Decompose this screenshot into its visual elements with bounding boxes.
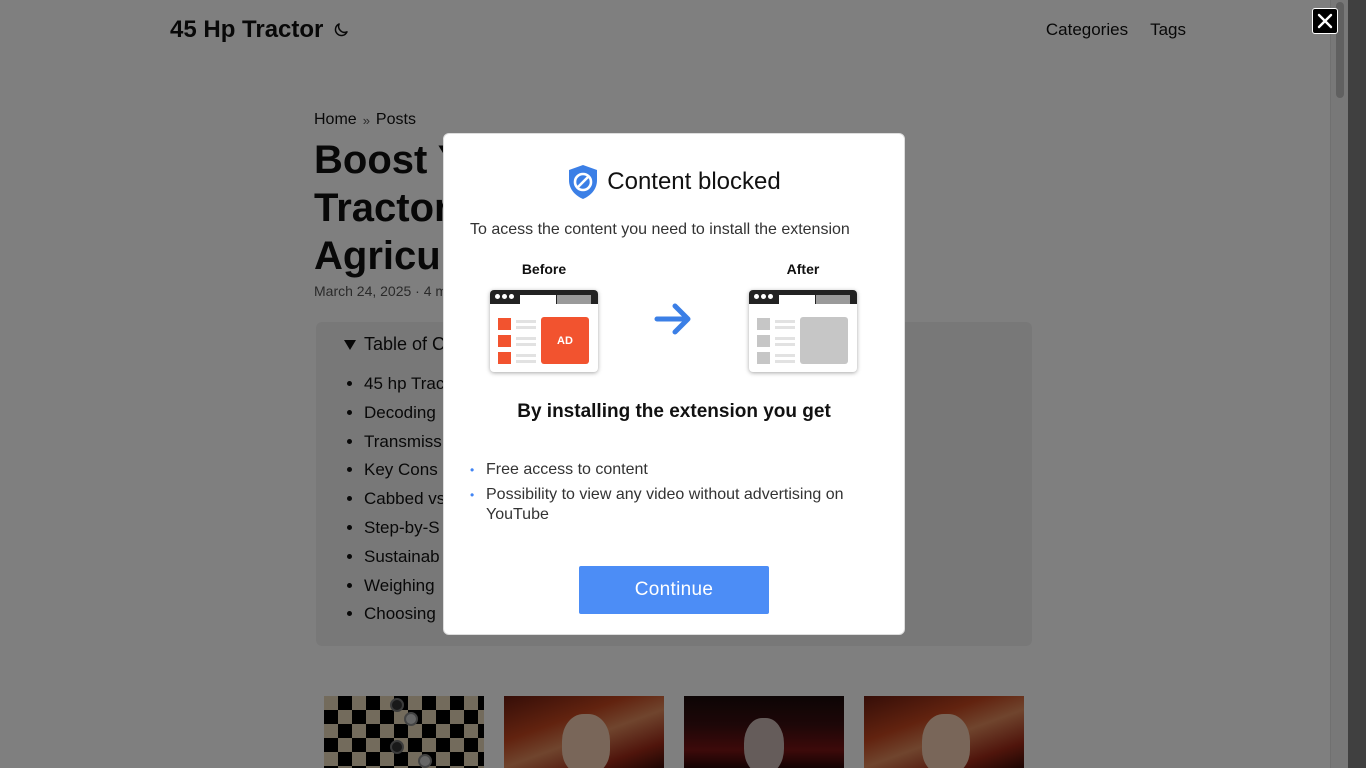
after-browser-illustration — [749, 290, 857, 372]
text-line — [775, 320, 795, 323]
text-line — [516, 343, 536, 346]
ad-block-rect — [498, 352, 511, 364]
benefits-title: By installing the extension you get — [517, 401, 831, 422]
text-line — [775, 337, 795, 340]
placeholder-rect — [757, 318, 770, 330]
browser-dot — [495, 294, 500, 299]
browser-tab — [520, 295, 556, 304]
text-line — [775, 326, 795, 329]
after-label: After — [786, 261, 820, 277]
browser-dot — [761, 294, 766, 299]
browser-tab — [557, 295, 591, 304]
benefit-text: Free access to content — [486, 461, 648, 478]
text-line — [516, 326, 536, 329]
bullet: • — [470, 463, 475, 477]
before-label: Before — [521, 261, 567, 277]
ad-block-rect — [498, 318, 511, 330]
modal-title: Content blocked — [607, 168, 781, 195]
benefits-list: • Free access to content • Possibility t… — [470, 460, 880, 530]
browser-dot — [509, 294, 514, 299]
text-line — [516, 360, 536, 363]
modal-header: Content blocked — [444, 164, 904, 200]
placeholder-rect — [757, 335, 770, 347]
text-line — [775, 354, 795, 357]
benefit-item: • Free access to content — [470, 460, 880, 480]
browser-tab — [816, 295, 850, 304]
close-button[interactable] — [1312, 8, 1338, 34]
text-line — [516, 354, 536, 357]
blank-banner — [800, 317, 848, 364]
text-line — [516, 337, 536, 340]
text-line — [775, 360, 795, 363]
ad-block-rect — [498, 335, 511, 347]
benefit-text: Possibility to view any video without ad… — [486, 486, 844, 523]
arrow-right-icon — [654, 303, 691, 335]
bullet: • — [470, 488, 475, 502]
continue-button[interactable]: Continue — [579, 566, 769, 614]
browser-tab — [779, 295, 815, 304]
placeholder-rect — [757, 352, 770, 364]
ad-label: AD — [557, 334, 573, 347]
text-line — [516, 320, 536, 323]
browser-dot — [502, 294, 507, 299]
benefit-item: • Possibility to view any video without … — [470, 485, 880, 525]
content-blocked-modal: Content blocked To acess the content you… — [443, 133, 905, 635]
browser-dot — [754, 294, 759, 299]
close-icon — [1317, 13, 1333, 29]
ad-banner: AD — [541, 317, 589, 364]
text-line — [775, 343, 795, 346]
shield-block-icon — [569, 165, 598, 199]
modal-description: To acess the content you need to install… — [470, 221, 850, 238]
browser-dot — [768, 294, 773, 299]
before-browser-illustration: AD — [490, 290, 598, 372]
